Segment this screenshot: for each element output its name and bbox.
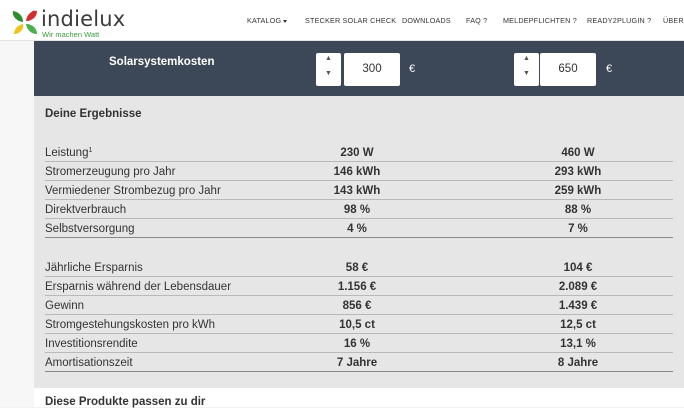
result-label: Vermiedener Strombezug pro Jahr (45, 185, 221, 197)
result-value-option-2: 12,5 ct (560, 319, 596, 331)
result-value-option-1: 7 Jahre (336, 357, 378, 369)
result-value-option-1: 98 % (343, 204, 371, 216)
result-label: Investitionsrendite (45, 338, 138, 350)
result-row: Investitionsrendite 16 % 13,1 % (45, 334, 673, 353)
system-cost-label: Solarsystemkosten (109, 56, 215, 68)
result-value-option-2: 104 € (563, 262, 593, 274)
chevron-down-icon[interactable]: ▼ (514, 70, 539, 86)
cost-input-left[interactable]: 300 (344, 53, 400, 86)
brand-name: indielux (41, 7, 126, 31)
logo[interactable]: indielux Wir machen Watt (10, 4, 125, 39)
brand-tagline: Wir machen Watt (42, 30, 100, 39)
result-value-option-1: 230 W (340, 147, 374, 159)
nav-item-stecker-solar-check[interactable]: STECKER SOLAR CHECK (305, 16, 396, 25)
chevron-up-icon[interactable]: ▲ (316, 55, 341, 71)
products-title: Diese Produkte passen zu dir (45, 396, 206, 408)
chevron-up-icon[interactable]: ▲ (514, 55, 539, 71)
chevron-down-icon[interactable]: ▼ (316, 70, 341, 86)
system-cost-bar: Solarsystemkosten ▲ ▼ 300 € ▲ ▼ 650 € (34, 41, 684, 96)
result-value-option-1: 1.156 € (337, 281, 377, 293)
result-row: Selbstversorgung 4 % 7 % (45, 219, 673, 238)
result-value-option-2: 293 kWh (554, 166, 602, 178)
products-section: Diese Produkte passen zu dir (34, 388, 684, 408)
currency-label-left: € (409, 63, 416, 75)
result-value-option-1: 856 € (342, 300, 372, 312)
result-row: Stromerzeugung pro Jahr 146 kWh 293 kWh (45, 162, 673, 181)
results-title: Deine Ergebnisse (45, 108, 142, 120)
result-label: Stromerzeugung pro Jahr (45, 166, 176, 178)
result-label: Amortisationszeit (45, 357, 133, 369)
results-section: Deine Ergebnisse Leistung1 230 W 460 W S… (34, 96, 684, 388)
result-label: Jährliche Ersparnis (45, 262, 143, 274)
caret-down-icon (283, 19, 288, 23)
result-value-option-2: 1.439 € (558, 300, 598, 312)
result-value-option-2: 8 Jahre (557, 357, 599, 369)
result-label: Stromgestehungskosten pro kWh (45, 319, 216, 331)
result-value-option-1: 146 kWh (333, 166, 381, 178)
nav-item-downloads[interactable]: DOWNLOADS (402, 16, 451, 25)
result-row: Gewinn 856 € 1.439 € (45, 296, 673, 315)
result-value-option-1: 58 € (345, 262, 369, 274)
cost-input-right[interactable]: 650 (540, 53, 596, 86)
result-value-option-2: 13,1 % (560, 338, 596, 350)
result-label: Ersparnis während der Lebensdauer (45, 281, 232, 293)
result-row: Direktverbrauch 98 % 88 % (45, 200, 673, 219)
result-row: Stromgestehungskosten pro kWh 10,5 ct 12… (45, 315, 673, 334)
nav-item-katalog[interactable]: KATALOG (247, 16, 288, 25)
result-value-option-2: 460 W (561, 147, 595, 159)
result-row: Vermiedener Strombezug pro Jahr 143 kWh … (45, 181, 673, 200)
footnote-marker[interactable]: 1 (88, 147, 92, 154)
result-value-option-1: 10,5 ct (339, 319, 375, 331)
left-margin (0, 41, 34, 407)
nav-item-ready2plugin[interactable]: READY2PLUGIN ? (587, 16, 651, 25)
result-label: Leistung1 (45, 147, 93, 159)
cost-stepper-right: ▲ ▼ (514, 53, 539, 86)
result-value-option-2: 7 % (568, 223, 588, 235)
nav-item-faq[interactable]: FAQ ? (466, 16, 487, 25)
indielux-leaf-icon (12, 10, 37, 34)
result-value-option-1: 16 % (343, 338, 371, 350)
result-label: Selbstversorgung (45, 223, 135, 235)
result-value-option-1: 4 % (347, 223, 367, 235)
result-value-option-2: 2.089 € (558, 281, 598, 293)
result-row: Jährliche Ersparnis 58 € 104 € (45, 258, 673, 277)
result-label: Gewinn (45, 300, 84, 312)
result-row: Ersparnis während der Lebensdauer 1.156 … (45, 277, 673, 296)
result-value-option-2: 259 kWh (554, 185, 602, 197)
result-row: Leistung1 230 W 460 W (45, 143, 673, 162)
nav-item-ueber[interactable]: ÜBER (663, 16, 684, 25)
top-navigation-bar: indielux Wir machen Watt KATALOG STECKER… (0, 0, 684, 41)
result-row: Amortisationszeit 7 Jahre 8 Jahre (45, 353, 673, 372)
cost-stepper-left: ▲ ▼ (316, 53, 341, 86)
nav-item-meldepflichten[interactable]: MELDEPFLICHTEN ? (503, 16, 577, 25)
result-label: Direktverbrauch (45, 204, 127, 216)
result-value-option-2: 88 % (564, 204, 592, 216)
currency-label-right: € (606, 63, 613, 75)
result-value-option-1: 143 kWh (333, 185, 381, 197)
